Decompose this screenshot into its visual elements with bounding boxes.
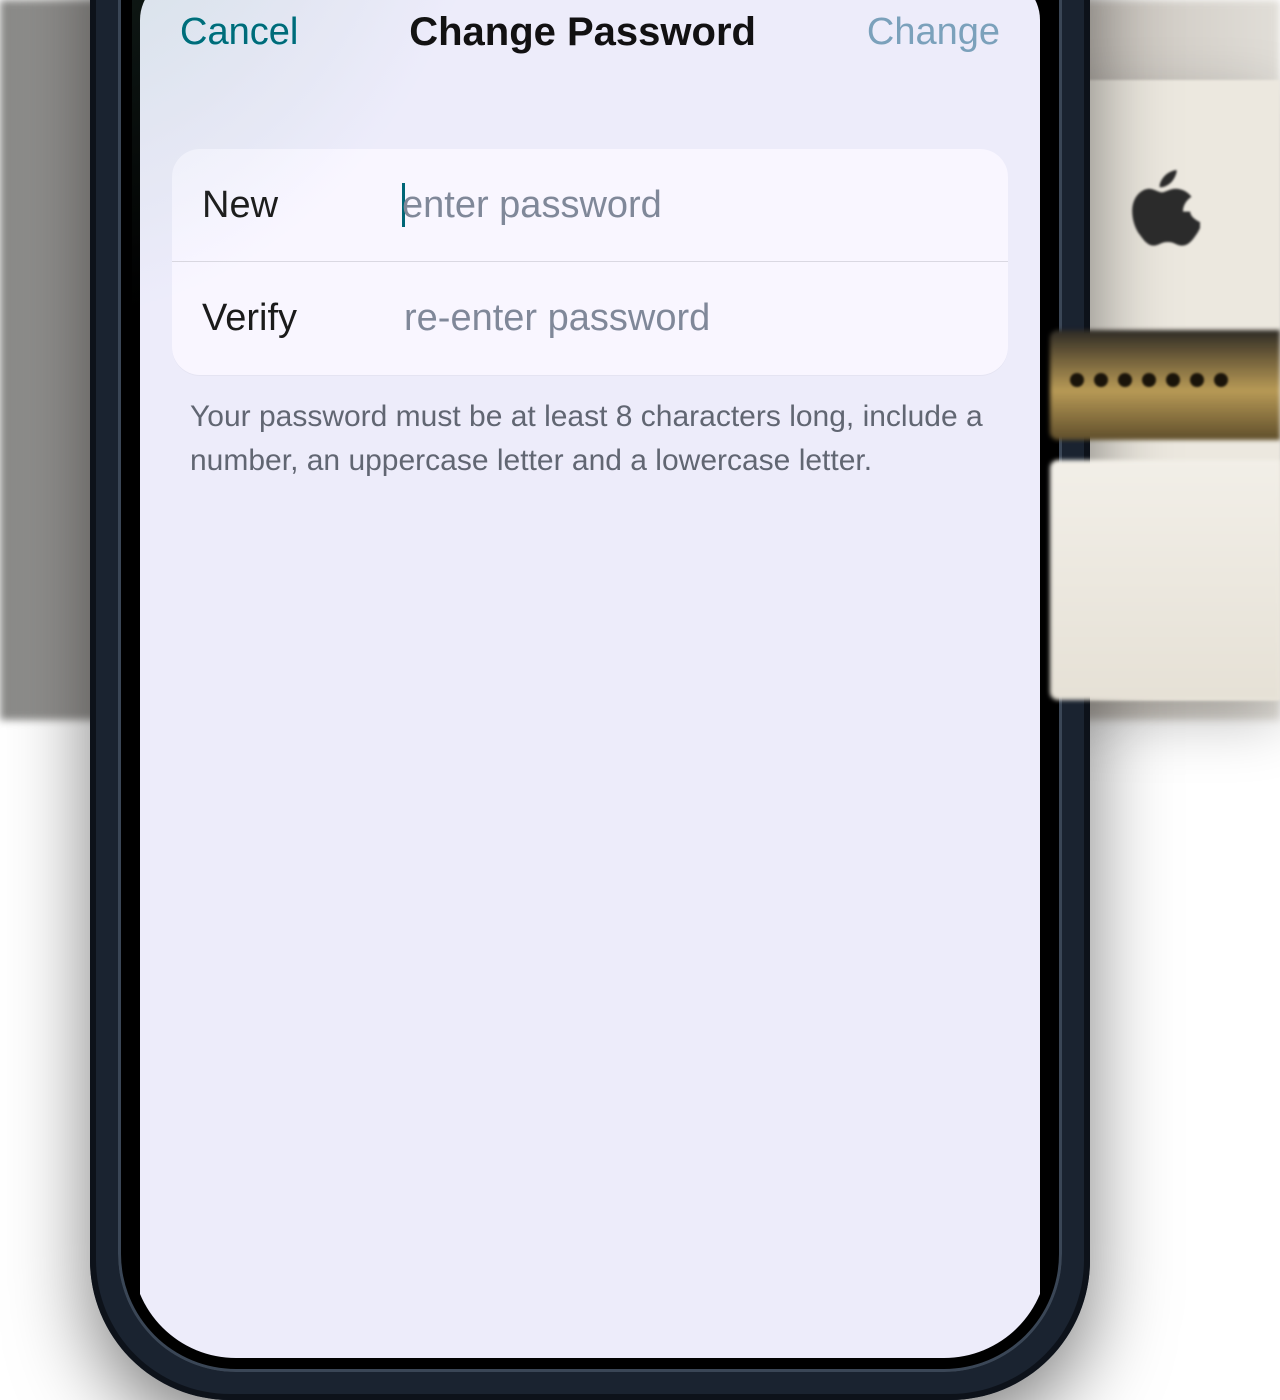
background-device-body	[1050, 460, 1280, 700]
page-title: Change Password	[409, 10, 756, 55]
speaker-grille-icon	[1070, 360, 1250, 400]
phone-bezel: 10:49 Cancel Change Password Change New	[118, 0, 1062, 1372]
new-password-placeholder: enter password	[402, 184, 662, 227]
verify-password-row[interactable]: Verify	[172, 261, 1008, 375]
new-password-row[interactable]: New enter password	[172, 149, 1008, 261]
password-form-group: New enter password Verify	[172, 149, 1008, 375]
password-requirements-hint: Your password must be at least 8 charact…	[190, 395, 990, 482]
change-button[interactable]: Change	[867, 11, 1000, 54]
phone-frame: 10:49 Cancel Change Password Change New	[90, 0, 1090, 1400]
nav-bar: Cancel Change Password Change	[140, 0, 1040, 79]
verify-password-input[interactable]	[402, 296, 978, 341]
cancel-button[interactable]: Cancel	[180, 11, 298, 54]
modal-sheet: Cancel Change Password Change New enter …	[140, 0, 1040, 1358]
new-password-label: New	[202, 184, 382, 227]
verify-password-label: Verify	[202, 297, 382, 340]
apple-logo-icon	[1130, 170, 1200, 250]
phone-screen: 10:49 Cancel Change Password Change New	[132, 0, 1048, 1358]
new-password-input[interactable]: enter password	[402, 183, 978, 227]
